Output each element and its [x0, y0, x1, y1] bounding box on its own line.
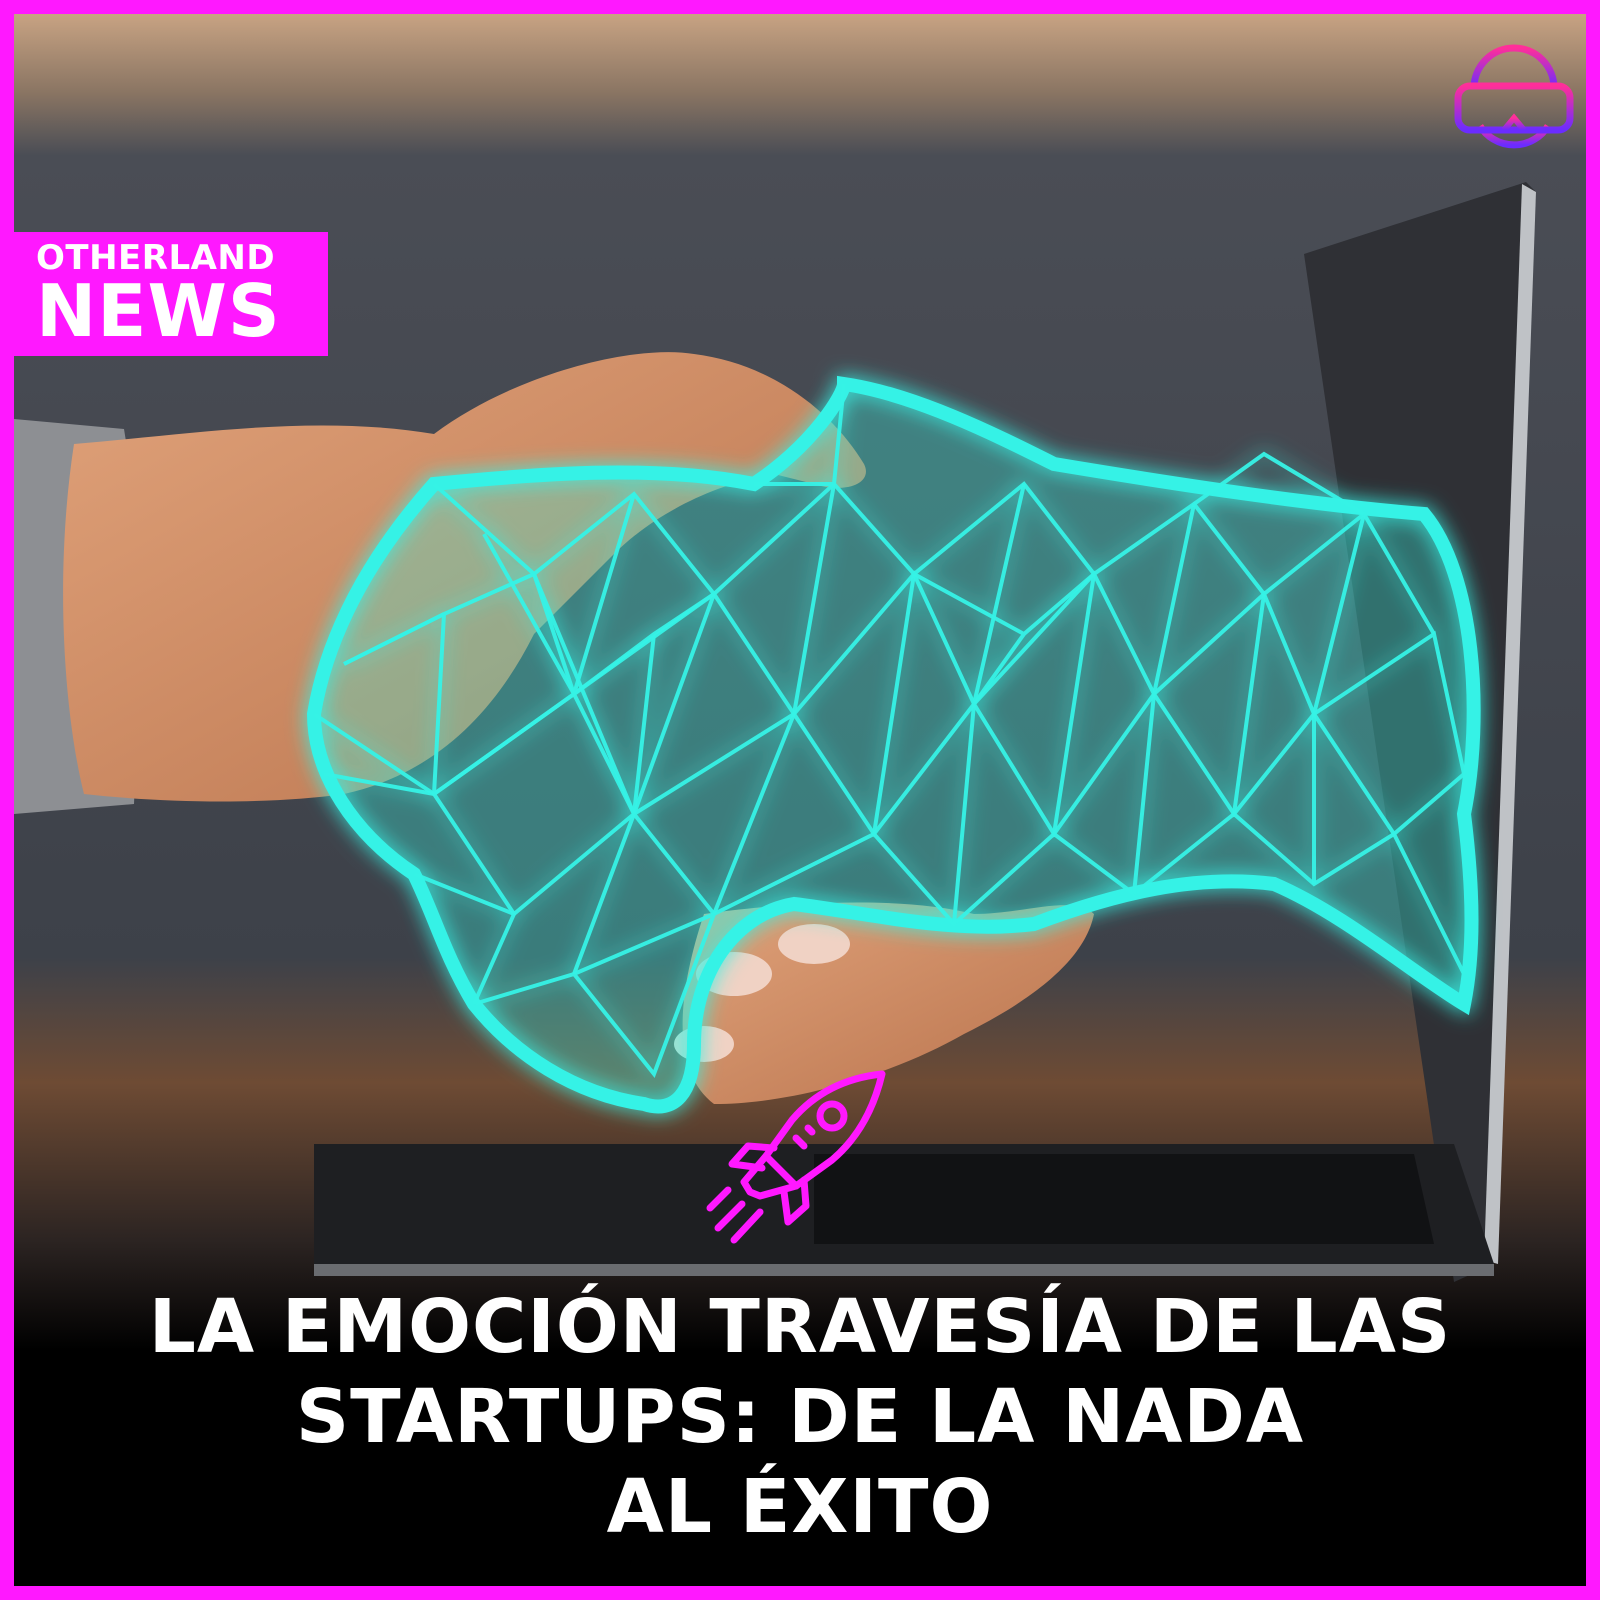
vr-headset-icon: [1454, 44, 1574, 149]
brand-name-bottom: NEWS: [36, 269, 281, 353]
headline-line-1: LA EMOCIÓN TRAVESÍA DE LAS: [148, 1284, 1452, 1370]
headline: LA EMOCIÓN TRAVESÍA DE LAS STARTUPS: DE …: [14, 1282, 1586, 1552]
headline-line-3: AL ÉXITO: [606, 1464, 994, 1550]
brand-label: OTHERLAND NEWS: [14, 232, 328, 356]
rocket-icon: [706, 1070, 886, 1244]
post-frame: OTHERLAND NEWS LA EMOCIÓN TRAVESÍA DE LA…: [0, 0, 1600, 1600]
headline-line-2: STARTUPS: DE LA NADA: [295, 1374, 1305, 1460]
